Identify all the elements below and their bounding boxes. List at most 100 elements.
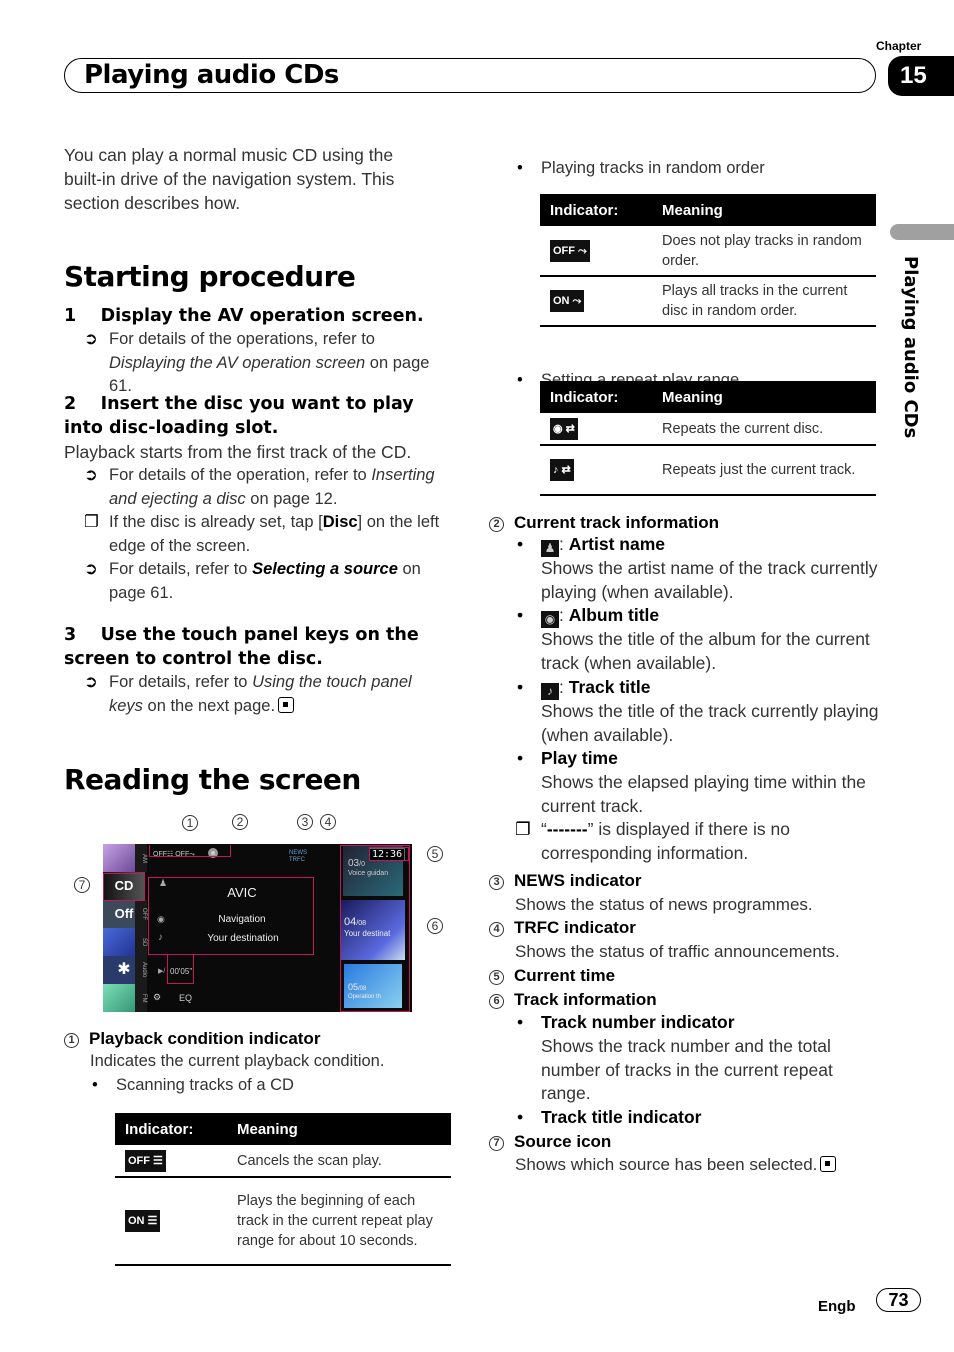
source-label: OFF [135, 900, 147, 928]
table-cell: Plays all tracks in the current disc in … [652, 276, 876, 327]
settings-icon[interactable]: ⚙ [153, 992, 161, 1003]
callout-1: 1 [182, 815, 198, 831]
callout-number: 4 [489, 922, 504, 938]
step-1-title: 1 Display the AV operation screen. [64, 304, 449, 328]
step-3: 3 Use the touch panel keys on the screen… [64, 623, 449, 718]
bullet-item: Scanning tracks of a CD [90, 1073, 449, 1097]
page-title: Playing audio CDs [84, 60, 339, 90]
side-section-label: Playing audio CDs [900, 256, 921, 439]
bullet-item: Play time [515, 747, 879, 771]
checkbox-note-icon: ❐ [84, 513, 99, 531]
arrow-icon: ➲ [84, 673, 98, 691]
column-header: Meaning [652, 194, 876, 226]
bullet-item: Track number indicator [515, 1011, 879, 1035]
language-code: Engb [818, 1298, 856, 1315]
step-number: 3 [64, 625, 77, 645]
arrow-icon: ➲ [84, 330, 98, 348]
item-title: Playback condition indicator [89, 1029, 321, 1048]
callout-4: 4 [320, 814, 336, 830]
item-1: 1 Playback condition indicator Indicates … [64, 1029, 449, 1097]
callout-2: 2 [232, 814, 248, 830]
callout-number: 6 [489, 993, 504, 1009]
callout-frame-2b [167, 954, 194, 984]
table-cell: Repeats the current disc. [652, 413, 876, 446]
callout-frame-7 [103, 873, 145, 901]
item-description: Shows the artist name of the track curre… [541, 558, 878, 602]
news-indicator: NEWS [289, 850, 307, 856]
arrow-icon: ➲ [84, 466, 98, 484]
reference-note: ➲ For details, refer to Using the touch p… [84, 673, 412, 715]
table-header-row: Indicator: Meaning [115, 1113, 451, 1145]
step-1: 1 Display the AV operation screen. ➲ For … [64, 304, 449, 399]
step-number: 2 [64, 394, 77, 414]
item-description: Shows the status of traffic announcement… [515, 942, 840, 962]
callout-7: 7 [74, 877, 90, 893]
column-header: Indicator: [540, 381, 652, 413]
item-title: Track information [514, 989, 657, 1009]
source-label: AM [135, 844, 147, 872]
item-title: NEWS indicator [514, 871, 642, 890]
table-row: ON ⤳ Plays all tracks in the current disc… [540, 276, 876, 327]
table-row: OFF ⤳ Does not play tracks in random orde… [540, 226, 876, 277]
column-header: Indicator: [540, 194, 652, 226]
table-header-row: Indicator: Meaning [540, 381, 876, 413]
cross-reference-link[interactable]: Displaying the AV operation screen [109, 354, 365, 372]
scan-indicator-table: Indicator: Meaning OFF ☰ Cancels the scan … [115, 1113, 451, 1266]
section-end-icon [820, 1156, 837, 1173]
callout-number: 7 [489, 1135, 504, 1151]
table-row: OFF ☰ Cancels the scan play. [115, 1145, 451, 1178]
eq-button[interactable]: EQ [179, 993, 192, 1003]
step-number: 1 [64, 306, 77, 326]
table-header-row: Indicator: Meaning [540, 194, 876, 226]
reading-screen-heading: Reading the screen [64, 763, 361, 796]
tip-note: ❐ If the disc is already set, tap [Disc] … [84, 513, 440, 555]
music-note-icon: ♪ [541, 682, 559, 700]
callout-5: 5 [427, 846, 443, 862]
repeat-disc-icon: ◉ ⇄ [550, 417, 578, 440]
intro-paragraph: You can play a normal music CD using the… [64, 145, 395, 213]
cross-reference-link[interactable]: Selecting a source [252, 560, 398, 578]
album-disc-icon: ◉ [541, 611, 559, 629]
chapter-number: 15 [888, 56, 954, 96]
column-header: Meaning [652, 381, 876, 413]
item-description: Shows the track number and the total num… [541, 1035, 833, 1104]
checkbox-note-icon: ❐ [515, 819, 531, 840]
step-2-title: 2 Insert the disc you want to play into … [64, 392, 449, 440]
items-3-7: 3 NEWS indicator Shows the status of news… [489, 869, 879, 1177]
random-on-icon: ON ⤳ [550, 290, 585, 312]
play-pause-icon: ▶/ [158, 968, 166, 975]
callout-bracket-1 [149, 845, 231, 857]
item-description: Shows the elapsed playing time within th… [541, 771, 866, 816]
tip-note: ❐ “-------” is displayed if there is no c… [515, 819, 790, 864]
step-title: Insert the disc you want to play into di… [64, 394, 414, 438]
repeat-indicator-table: Indicator: Meaning ◉ ⇄ Repeats the current… [540, 381, 876, 496]
table-cell: Plays the beginning of each track in the… [227, 1177, 451, 1266]
callout-number: 3 [489, 875, 504, 890]
random-off-icon: OFF ⤳ [550, 239, 590, 262]
callout-number: 2 [489, 517, 504, 532]
source-label: SD [135, 928, 147, 956]
source-label: FM [135, 984, 147, 1012]
page-number: 73 [876, 1288, 921, 1312]
reference-note: ➲ For details of the operations, refer to… [84, 330, 430, 395]
reference-note: ➲ For details, refer to Selecting a sourc… [84, 560, 421, 602]
step-title: Use the touch panel keys on the screen t… [64, 625, 419, 669]
step-3-title: 3 Use the touch panel keys on the screen… [64, 623, 449, 671]
random-indicator-table: Indicator: Meaning OFF ⤳ Does not play tra… [540, 194, 876, 327]
bullet-item: ◉: Album title [515, 604, 879, 629]
item-title: TRFC indicator [514, 918, 636, 938]
item-description: Shows the title of the album for the cur… [541, 629, 870, 674]
callout-6: 6 [427, 918, 443, 934]
arrow-icon: ➲ [84, 560, 98, 578]
callout-frame-2 [148, 877, 314, 955]
callout-number: 5 [489, 969, 504, 985]
column-header: Indicator: [115, 1113, 227, 1145]
item-description: Indicates the current playback condition… [90, 1052, 385, 1070]
table-cell: Does not play tracks in random order. [652, 226, 876, 277]
bullet-item: Playing tracks in random order [515, 156, 954, 180]
step-2: 2 Insert the disc you want to play into … [64, 392, 449, 605]
step-title: Display the AV operation screen. [100, 306, 424, 326]
callout-number: 1 [64, 1033, 79, 1048]
callout-frame-5 [369, 847, 409, 861]
item-description: Shows the title of the track currently p… [541, 700, 879, 745]
